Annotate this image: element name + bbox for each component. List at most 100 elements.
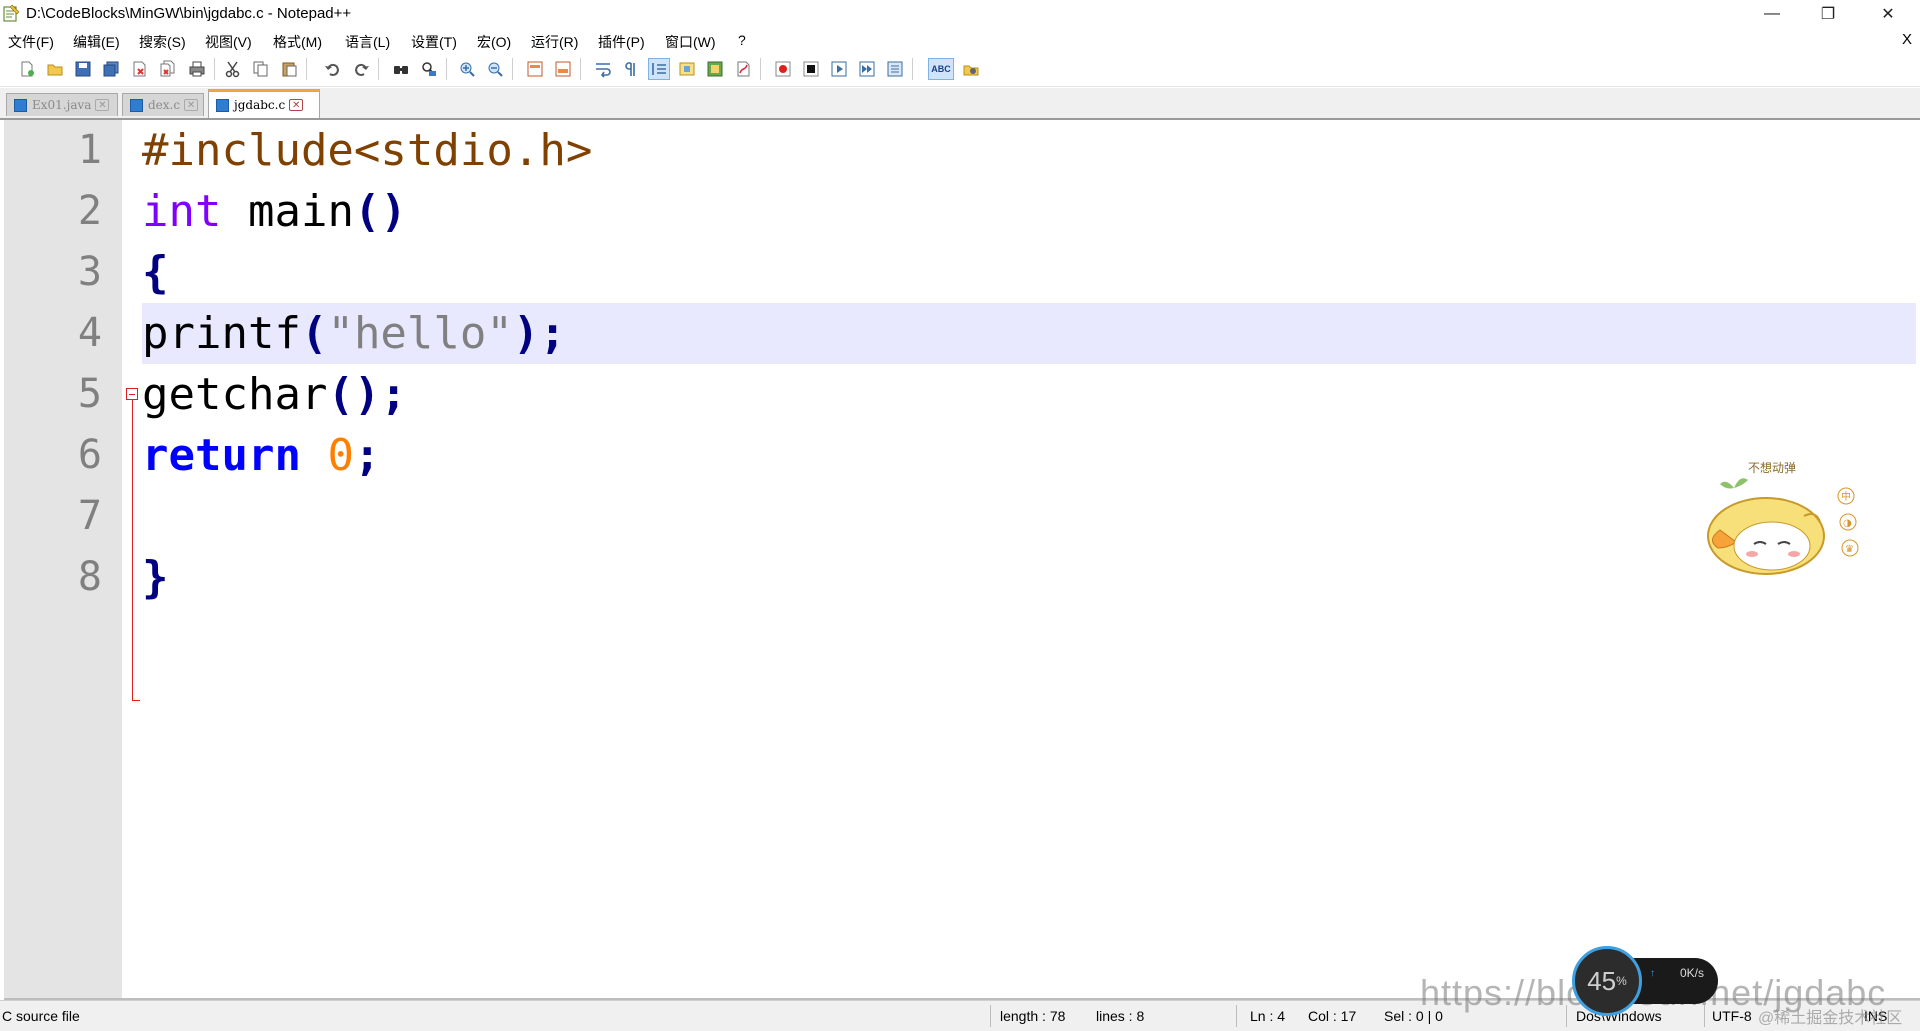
sync-horizontal-icon[interactable] [552,58,574,80]
code-token: printf [142,308,301,359]
network-speed-widget[interactable]: 45% ↑ 0K/s [1572,946,1720,1016]
show-all-characters-icon[interactable] [620,58,642,80]
print-icon[interactable] [186,58,208,80]
code-token: { [142,247,169,298]
toolbar: ABC [0,52,1920,87]
paste-icon[interactable] [278,58,300,80]
copy-icon[interactable] [250,58,272,80]
code-token: int [142,186,222,237]
folder-as-workspace-icon[interactable] [732,58,754,80]
open-file-icon[interactable] [44,58,66,80]
sync-vertical-icon[interactable] [524,58,546,80]
code-line[interactable]: #include<stdio.h> [142,120,592,181]
fold-guide-line [132,400,133,700]
record-macro-icon[interactable] [772,58,794,80]
tab-jgdabc-c[interactable]: jgdabc.c ✕ [208,89,320,118]
minimize-button[interactable]: — [1744,0,1800,28]
code-line[interactable]: getchar(); [142,364,407,425]
code-token: #include<stdio.h> [142,125,593,176]
indent-guide-icon[interactable] [648,58,670,80]
sticker-image: 不想动弹 中 ◑ ♛ [1704,456,1864,582]
toolbar-separator [306,58,307,80]
menu-edit[interactable]: 编辑(E) [73,32,120,52]
find-icon[interactable] [390,58,412,80]
code-token: "hello" [327,308,513,359]
speed-percent: 45 [1587,965,1617,996]
menu-settings[interactable]: 设置(T) [411,32,457,52]
zoom-out-icon[interactable] [484,58,506,80]
code-line[interactable]: return 0; [142,425,380,486]
toolbar-separator [446,58,447,80]
tab-close-icon[interactable]: ✕ [289,99,304,111]
launch-browser-icon[interactable] [960,58,982,80]
fold-collapse-icon[interactable] [126,388,138,400]
undo-icon[interactable] [322,58,344,80]
word-wrap-icon[interactable] [592,58,614,80]
status-divider [1236,1005,1237,1027]
status-line-number: Ln : 4 [1250,1008,1286,1024]
menu-run[interactable]: 运行(R) [531,32,578,52]
new-file-icon[interactable] [16,58,38,80]
menu-language[interactable]: 语言(L) [345,32,390,52]
function-list-icon[interactable] [704,58,726,80]
tab-ex01-java[interactable]: Ex01.java ✕ [6,93,118,116]
fold-margin[interactable] [122,120,144,998]
tab-label: jgdabc.c [234,98,286,112]
menu-bar: 文件(F) 编辑(E) 搜索(S) 视图(V) 格式(M) 语言(L) 设置(T… [0,28,1920,52]
sticker-badge: ♛ [1845,544,1854,555]
close-window-button[interactable]: ✕ [1860,0,1916,28]
close-document-button[interactable]: X [1902,31,1912,48]
menu-help[interactable]: ? [738,32,746,48]
run-macro-multiple-icon[interactable] [856,58,878,80]
tab-bar: Ex01.java ✕ dex.c ✕ jgdabc.c ✕ [0,88,1920,120]
zoom-in-icon[interactable] [456,58,478,80]
tab-dex-c[interactable]: dex.c ✕ [122,93,204,116]
menu-macro[interactable]: 宏(O) [477,32,511,52]
line-number: 8 [77,554,102,600]
code-token: ( [300,308,328,359]
redo-icon[interactable] [350,58,372,80]
close-icon[interactable] [128,58,150,80]
code-line[interactable]: { [142,242,169,303]
doc-map-icon[interactable] [676,58,698,80]
menu-view[interactable]: 视图(V) [205,32,252,52]
save-all-icon[interactable] [100,58,122,80]
close-all-icon[interactable] [156,58,178,80]
playback-icon[interactable] [828,58,850,80]
sticker-badge: ◑ [1843,518,1852,529]
saved-file-icon [130,98,143,112]
line-number: 7 [77,493,102,539]
line-number: 6 [77,432,102,478]
cut-icon[interactable] [222,58,244,80]
menu-format[interactable]: 格式(M) [273,32,322,52]
spell-check-icon[interactable]: ABC [928,58,954,80]
saved-file-icon [14,98,27,112]
menu-search[interactable]: 搜索(S) [139,32,186,52]
menu-window[interactable]: 窗口(W) [665,32,716,52]
restore-button[interactable]: ❐ [1800,0,1856,28]
tab-close-icon[interactable]: ✕ [95,99,110,111]
code-token: getchar [142,369,328,420]
code-token: (); [327,369,407,420]
toolbar-separator [760,58,761,80]
tab-close-icon[interactable]: ✕ [184,99,199,111]
stop-record-icon[interactable] [800,58,822,80]
menu-plugins[interactable]: 插件(P) [598,32,645,52]
save-macro-icon[interactable] [884,58,906,80]
line-number: 2 [77,188,102,234]
replace-icon[interactable] [418,58,440,80]
notepad-app-icon [3,4,20,22]
speed-rate: 0K/s [1680,966,1705,980]
tab-label: dex.c [148,98,181,112]
toolbar-separator [912,58,913,80]
code-token: () [353,186,407,237]
code-token: main [221,186,354,237]
code-line[interactable]: printf("hello"); [142,303,566,364]
code-token: ); [512,308,566,359]
code-editor[interactable]: 12345678 #include<stdio.h> int main(){pri… [4,120,1920,1000]
code-line[interactable]: int main() [142,181,407,242]
menu-file[interactable]: 文件(F) [8,32,54,52]
save-icon[interactable] [72,58,94,80]
code-line[interactable]: } [142,547,169,608]
